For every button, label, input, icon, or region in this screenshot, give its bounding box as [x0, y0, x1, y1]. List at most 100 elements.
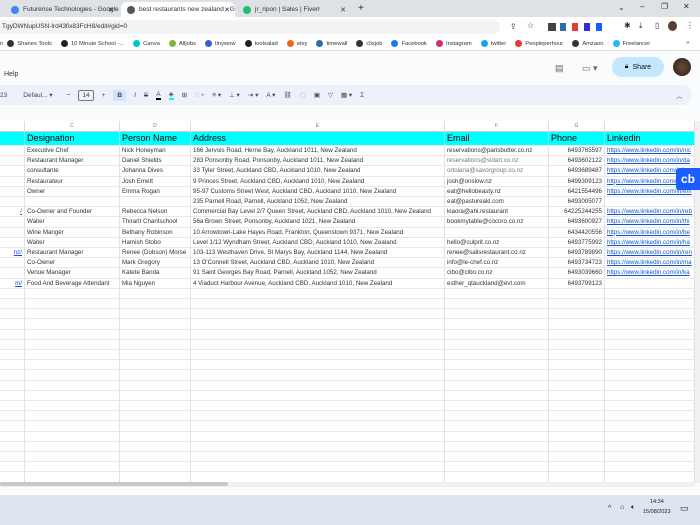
cell-phone[interactable]: 6421554496 [549, 186, 605, 196]
cell-address[interactable] [191, 370, 445, 380]
cell-phone[interactable]: 6493689487 [549, 166, 605, 176]
cell-linkedin[interactable] [605, 390, 695, 400]
extension-badge[interactable]: cb [676, 168, 700, 190]
cell-address[interactable] [191, 350, 445, 360]
cell-designation[interactable]: Waiter [25, 217, 120, 227]
cell-linkedin[interactable]: https://www.linkedin.com/in/ka [605, 268, 695, 278]
cell-address[interactable]: 33 Tyler Street, Auckland CBD, Auckland … [191, 166, 445, 176]
cell-phone[interactable]: 6493734723 [549, 258, 605, 268]
bookmark-item[interactable]: timewall [316, 40, 347, 47]
share-page-icon[interactable]: ⇪ [510, 22, 517, 31]
cell-phone[interactable] [549, 288, 605, 298]
cell-phone[interactable]: 64225244255 [549, 207, 605, 217]
column-header[interactable] [0, 121, 25, 132]
cell-b[interactable] [0, 146, 25, 156]
cell-b[interactable] [0, 350, 25, 360]
cell-designation[interactable]: Food And Beverage Attendant [25, 278, 120, 288]
cell-email[interactable] [445, 411, 549, 421]
cell-address[interactable]: 91 Saint Georges Bay Road, Parnell, Auck… [191, 268, 445, 278]
cell-name[interactable] [120, 411, 191, 421]
cell-linkedin[interactable] [605, 380, 695, 390]
cell-address[interactable]: Commercial Bay Level 2/7 Queen Street, A… [191, 207, 445, 217]
cell-address[interactable]: 13 O'Connell Street, Auckland CBD, Auckl… [191, 258, 445, 268]
cell-phone[interactable] [549, 472, 605, 482]
cell-designation[interactable]: Executive Chef [25, 146, 120, 156]
cell-b[interactable] [0, 431, 25, 441]
horizontal-align-icon[interactable]: ≡ ▾ [212, 91, 221, 99]
cell-b[interactable] [0, 329, 25, 339]
cell-designation[interactable]: Co-Owner and Founder [25, 207, 120, 217]
cell-linkedin[interactable] [605, 309, 695, 319]
network-icon[interactable]: ⌂ [620, 504, 624, 511]
functions-button[interactable]: Σ [360, 92, 364, 99]
browser-tab[interactable]: best restaurants new zealand - G ✕ [121, 2, 235, 17]
cell-linkedin[interactable]: https://www.linkedin.com/in/be [605, 227, 695, 237]
bookmark-item[interactable]: Amzaon [572, 40, 604, 47]
bookmark-item[interactable]: twitter [480, 40, 506, 47]
cell-address[interactable]: Level 1/12 Wyndham Street, Auckland CBD,… [191, 237, 445, 247]
tab-search-icon[interactable]: ⌄ [618, 3, 625, 12]
cell-name[interactable]: Hamish Stobo [120, 237, 191, 247]
strikethrough-button[interactable]: S [144, 92, 148, 99]
cell-phone[interactable]: 6434420556 [549, 227, 605, 237]
cell-phone[interactable]: 6493775992 [549, 237, 605, 247]
cell-linkedin[interactable] [605, 370, 695, 380]
cell-email[interactable]: kiaora@ahi.restaurant [445, 207, 549, 217]
profile-avatar[interactable] [668, 21, 677, 31]
cell-address[interactable] [191, 462, 445, 472]
format-partial[interactable]: 23 [0, 92, 7, 99]
header-cell[interactable]: Email [445, 132, 549, 145]
cell-name[interactable]: Rebecca Nelson [120, 207, 191, 217]
cell-address[interactable]: 235 Parnell Road, Parnell, Auckland 1052… [191, 197, 445, 207]
cell-designation[interactable] [25, 360, 120, 370]
cell-linkedin[interactable] [605, 350, 695, 360]
header-cell[interactable]: Address [191, 132, 445, 145]
bookmark-item[interactable]: Facebook [391, 40, 427, 47]
cell-linkedin[interactable]: https://www.linkedin.com/in/ma [605, 258, 695, 268]
cell-b[interactable] [0, 176, 25, 186]
cell-b[interactable] [0, 390, 25, 400]
cell-address[interactable] [191, 421, 445, 431]
close-tab-icon[interactable]: ✕ [224, 6, 230, 14]
cell-designation[interactable] [25, 370, 120, 380]
extensions-puzzle-icon[interactable]: ✱ [624, 21, 631, 30]
cell-b[interactable] [0, 339, 25, 349]
cell-name[interactable]: Mia Nguyen [120, 278, 191, 288]
cell-email[interactable] [445, 380, 549, 390]
cell-address[interactable] [191, 452, 445, 462]
cell-address[interactable]: 95-97 Customs Street West, Auckland CBD,… [191, 186, 445, 196]
cell-phone[interactable] [549, 380, 605, 390]
insert-comment-icon[interactable]: ▢ [300, 91, 306, 99]
cell-phone[interactable] [549, 452, 605, 462]
cell-b[interactable] [0, 268, 25, 278]
cell-phone[interactable] [549, 329, 605, 339]
insert-link-icon[interactable]: ⛓ [283, 91, 291, 99]
cell-address[interactable]: 4 Viaduct Harbour Avenue, Auckland CBD, … [191, 278, 445, 288]
merge-cells-icon[interactable]: ⁝⁝ ▾ [195, 91, 204, 99]
cell-address[interactable] [191, 309, 445, 319]
new-tab-button[interactable]: + [358, 3, 364, 14]
cell-linkedin[interactable] [605, 299, 695, 309]
cell-b[interactable] [0, 309, 25, 319]
column-header[interactable]: D [120, 121, 191, 132]
download-icon[interactable]: ⤓ [639, 21, 643, 31]
cell-email[interactable]: ortolana@savorgroup.co.nz [445, 166, 549, 176]
url-input[interactable]: TgyDWNupUSN-lrd43fix83FcH8/edit#gid=0 [0, 20, 500, 34]
cell-designation[interactable] [25, 421, 120, 431]
text-color-button[interactable]: A [156, 91, 161, 100]
menu-help[interactable]: Help [4, 71, 18, 78]
cell-phone[interactable] [549, 309, 605, 319]
cell-b[interactable] [0, 421, 25, 431]
cell-designation[interactable] [25, 452, 120, 462]
italic-button[interactable]: I [134, 92, 136, 99]
cell-address[interactable] [191, 401, 445, 411]
cell-linkedin[interactable] [605, 431, 695, 441]
cell-linkedin[interactable] [605, 421, 695, 431]
cell-b[interactable] [0, 472, 25, 482]
cell-b[interactable] [0, 452, 25, 462]
cell-designation[interactable] [25, 309, 120, 319]
cell-designation[interactable] [25, 472, 120, 482]
close-tab-icon[interactable]: ✕ [108, 6, 114, 14]
cell-linkedin[interactable] [605, 452, 695, 462]
cell-designation[interactable]: Owner [25, 186, 120, 196]
